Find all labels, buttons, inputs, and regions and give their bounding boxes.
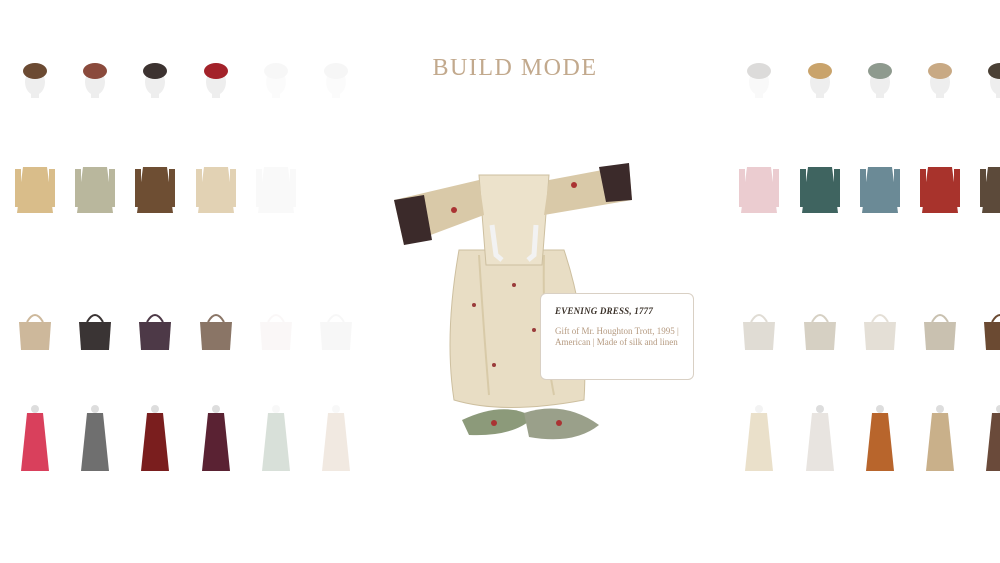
- thumbnail-partial-hat-right[interactable]: [976, 28, 1000, 98]
- thumbnail-sketch-figure[interactable]: [71, 405, 119, 475]
- thumbnail-red-black-dress[interactable]: [131, 405, 179, 475]
- thumbnail-brown-garment[interactable]: [976, 290, 1000, 360]
- thumbnail-teal-bonnet[interactable]: [856, 28, 904, 98]
- thumbnail-faded-gloves[interactable]: [735, 290, 783, 360]
- thumbnail-white-gown[interactable]: [796, 405, 844, 475]
- thumbnail-faded-hat[interactable]: [735, 28, 783, 98]
- thumbnail-red-cap[interactable]: [71, 28, 119, 98]
- thumbnail-fur-stole[interactable]: [192, 290, 240, 360]
- thumbnail-partial-hat[interactable]: [312, 28, 360, 98]
- thumbnail-feather-bonnet[interactable]: [796, 28, 844, 98]
- thumbnail-fur-coat[interactable]: [131, 155, 179, 225]
- thumbnail-red-bodice[interactable]: [916, 155, 964, 225]
- thumbnail-red-hat[interactable]: [192, 28, 240, 98]
- thumbnail-fur-hat[interactable]: [916, 28, 964, 98]
- thumbnail-faded-coat[interactable]: [252, 155, 300, 225]
- thumbnail-green-skirt[interactable]: [252, 405, 300, 475]
- thumbnail-partial-item[interactable]: [312, 290, 360, 360]
- thumbnail-partial-bodice[interactable]: [976, 155, 1000, 225]
- item-info-card: EVENING DRESS, 1777 Gift of Mr. Houghton…: [540, 293, 694, 380]
- item-description: Gift of Mr. Houghton Trott, 1995 | Ameri…: [555, 326, 679, 347]
- item-title: EVENING DRESS, 1777: [555, 306, 654, 316]
- thumbnail-blue-bodice[interactable]: [856, 155, 904, 225]
- thumbnail-burgundy-dress[interactable]: [192, 405, 240, 475]
- thumbnail-faded-jacket[interactable]: [735, 155, 783, 225]
- thumbnail-straw-hat[interactable]: [11, 290, 59, 360]
- thumbnail-cream-coat[interactable]: [192, 155, 240, 225]
- thumbnail-lace-collar[interactable]: [856, 290, 904, 360]
- thumbnail-black-handbag[interactable]: [71, 290, 119, 360]
- thumbnail-beige-gown[interactable]: [916, 405, 964, 475]
- thumbnail-white-cap[interactable]: [252, 28, 300, 98]
- thumbnail-beige-bag[interactable]: [916, 290, 964, 360]
- thumbnail-gold-gown[interactable]: [735, 405, 783, 475]
- thumbnail-partial-gown[interactable]: [976, 405, 1000, 475]
- thumbnail-pink-gown[interactable]: [11, 405, 59, 475]
- thumbnail-teal-jacket[interactable]: [796, 155, 844, 225]
- thumbnail-black-bonnet[interactable]: [131, 28, 179, 98]
- thumbnail-corset[interactable]: [11, 155, 59, 225]
- thumbnail-partial-dress[interactable]: [312, 405, 360, 475]
- thumbnail-faded-item[interactable]: [252, 290, 300, 360]
- thumbnail-white-collar[interactable]: [796, 290, 844, 360]
- thumbnail-sage-jacket[interactable]: [71, 155, 119, 225]
- thumbnail-orange-gown[interactable]: [856, 405, 904, 475]
- thumbnail-purple-cape[interactable]: [131, 290, 179, 360]
- thumbnail-fur-cap[interactable]: [11, 28, 59, 98]
